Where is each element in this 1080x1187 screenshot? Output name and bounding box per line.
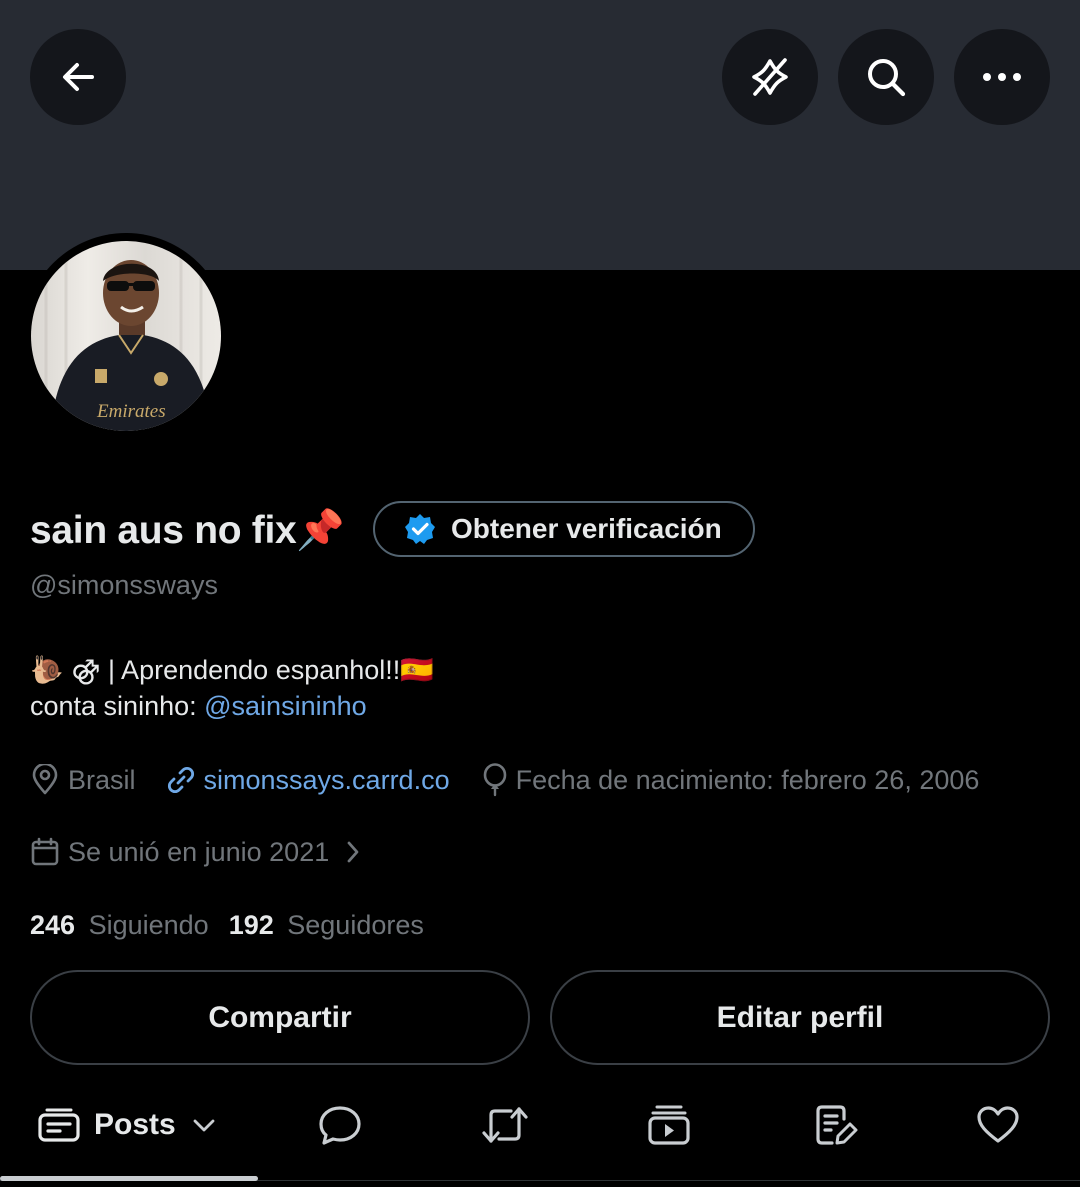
calendar-icon (31, 837, 59, 866)
birthday-text: Fecha de nacimiento: febrero 26, 2006 (515, 764, 980, 795)
avatar-photo: Emirates (44, 241, 211, 431)
mention-link[interactable]: @sainsininho (204, 691, 367, 721)
tab-likes[interactable] (976, 1090, 1020, 1160)
followers-count: 192 (228, 909, 274, 940)
website[interactable]: simonssays.carrd.co (166, 765, 450, 796)
profile-tabs: Posts (0, 1090, 1080, 1160)
share-button-label: Compartir (208, 1000, 352, 1034)
tab-posts[interactable]: Posts (38, 1090, 216, 1160)
following-stat[interactable]: 246 Siguiendo (30, 910, 209, 941)
following-count: 246 (30, 909, 76, 940)
tab-reposts[interactable] (481, 1090, 529, 1160)
edit-profile-button[interactable]: Editar perfil (550, 970, 1050, 1065)
tab-posts-label: Posts (94, 1108, 176, 1141)
avatar-ring: Emirates (23, 233, 229, 439)
heart-icon (977, 1106, 1019, 1143)
chevron-right-icon (347, 841, 359, 863)
svg-text:Emirates: Emirates (96, 401, 166, 422)
arrow-left-icon (63, 63, 94, 91)
location-text: Brasil (68, 764, 136, 795)
display-name: sain aus no fix📌 (30, 509, 345, 552)
follow-stats: 246 Siguiendo 192 Seguidores (30, 905, 424, 945)
posts-icon (38, 1108, 80, 1142)
balloon-icon (483, 763, 506, 797)
search-button[interactable] (838, 29, 934, 125)
location: Brasil (30, 764, 136, 796)
joined-date[interactable]: Se unió en junio 2021 (30, 832, 361, 872)
bio-line-2-prefix: conta sininho: (30, 691, 205, 721)
tab-videos[interactable] (648, 1090, 690, 1160)
birthday: Fecha de nacimiento: febrero 26, 2006 (482, 763, 980, 797)
followers-stat[interactable]: 192 Seguidores (229, 910, 424, 941)
back-button[interactable] (30, 29, 126, 125)
article-edit-icon (816, 1105, 858, 1145)
website-link[interactable]: simonssays.carrd.co (204, 765, 450, 796)
reply-bubble-icon (319, 1106, 361, 1145)
profile-meta-row: Brasil simonssays.carrd.co Fecha de naci… (30, 760, 979, 800)
tab-replies[interactable] (318, 1090, 362, 1160)
get-verified-button[interactable]: Obtener verificación (373, 501, 755, 557)
bio: 🐌 ⚣ | Aprendendo espanhol!!🇪🇸 conta sini… (30, 652, 434, 724)
tab-articles[interactable] (814, 1090, 858, 1160)
display-name-row: sain aus no fix📌 (30, 500, 345, 560)
followers-label: Seguidores (287, 909, 424, 940)
following-label: Siguiendo (88, 909, 209, 940)
video-stack-icon (648, 1105, 690, 1145)
avatar[interactable]: Emirates (31, 241, 221, 431)
active-tab-indicator (0, 1176, 258, 1181)
more-options-button[interactable] (954, 29, 1050, 125)
more-icon (983, 73, 1021, 81)
bio-line-2: conta sininho: @sainsininho (30, 688, 434, 724)
no-sound-button[interactable] (722, 29, 818, 125)
joined-text: Se unió en junio 2021 (68, 836, 330, 867)
chevron-down-icon (193, 1119, 215, 1132)
repost-icon (482, 1107, 528, 1143)
share-button[interactable]: Compartir (30, 970, 530, 1065)
search-icon (868, 59, 906, 97)
get-verified-label: Obtener verificación (451, 513, 722, 544)
location-pin-icon (32, 764, 58, 795)
verified-badge-icon (405, 514, 435, 544)
user-handle: @simonssways (30, 570, 218, 600)
link-icon (167, 766, 194, 794)
no-sound-icon (752, 58, 788, 96)
bio-line-1: 🐌 ⚣ | Aprendendo espanhol!!🇪🇸 (30, 655, 434, 685)
edit-profile-label: Editar perfil (716, 1000, 884, 1034)
